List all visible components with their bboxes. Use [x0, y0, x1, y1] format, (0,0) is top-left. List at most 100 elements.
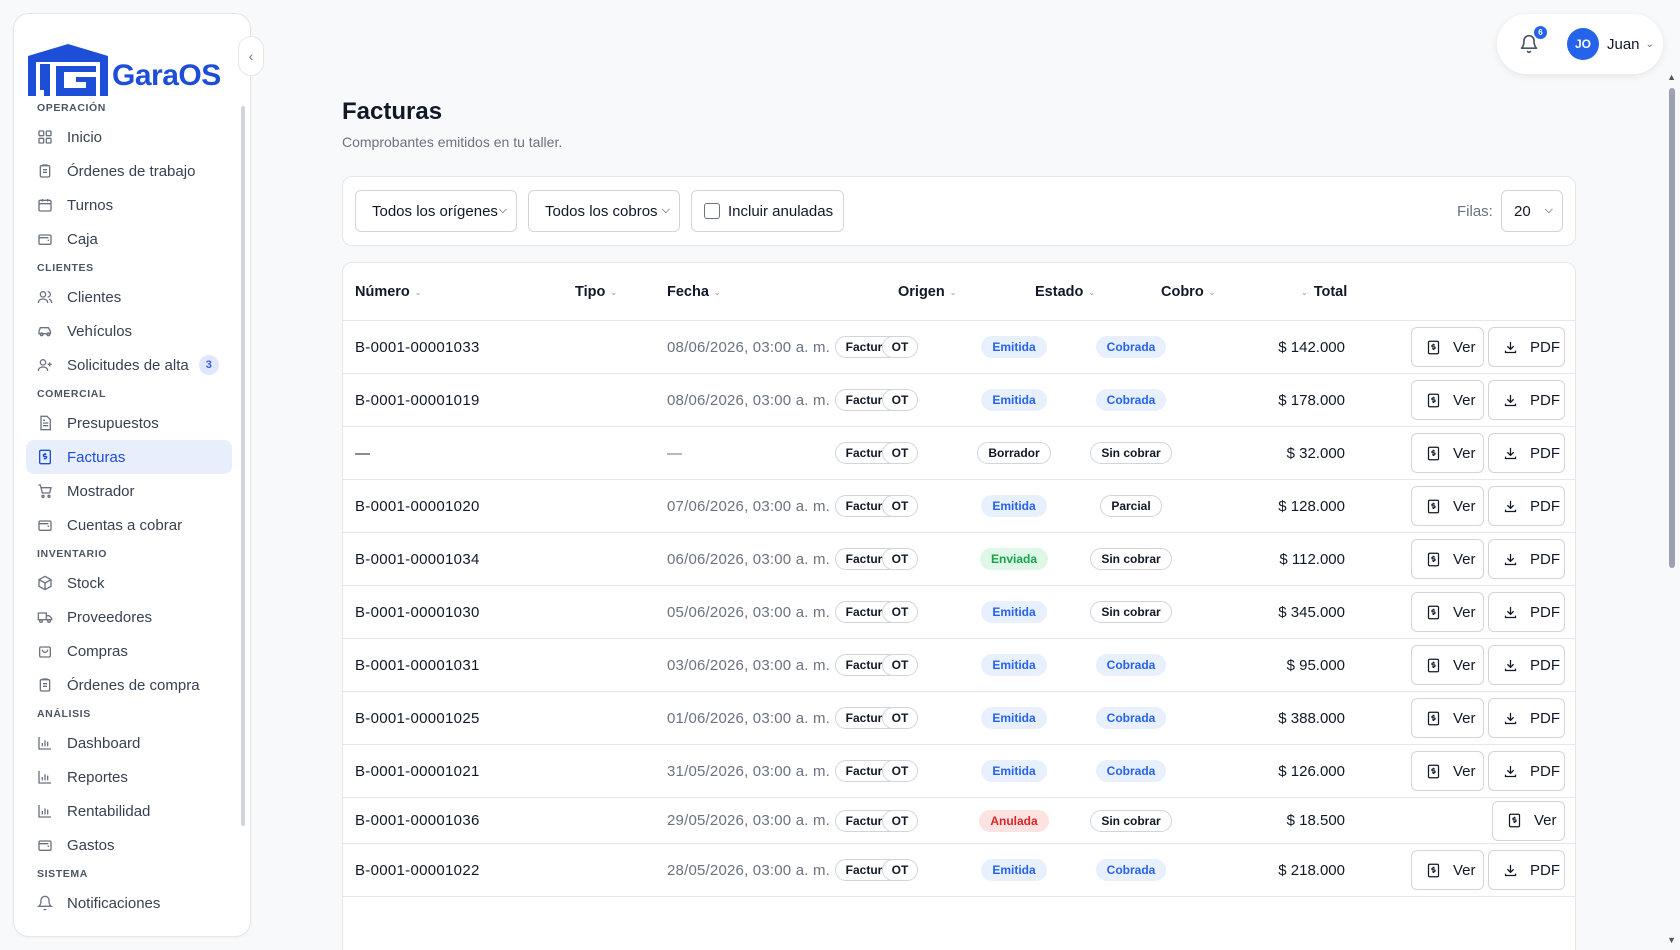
sidebar-item-solicitudes-de-alta[interactable]: Solicitudes de alta 3	[26, 348, 232, 382]
column-header-fecha[interactable]: Fecha ⌄	[667, 263, 721, 321]
column-header-numero[interactable]: Número ⌄	[355, 263, 422, 321]
table-row[interactable]: B-0001-00001031 Factura B 03/06/2026, 03…	[343, 639, 1575, 692]
view-button[interactable]: Ver	[1411, 850, 1484, 890]
sidebar-item-rentabilidad[interactable]: Rentabilidad	[26, 794, 232, 828]
payment-select[interactable]: Todos los cobros ⌵	[528, 190, 680, 232]
pdf-download-button[interactable]: PDF	[1488, 433, 1565, 473]
calendar-icon	[37, 197, 53, 213]
user-plus-icon	[37, 357, 53, 373]
column-label: Tipo	[575, 284, 606, 300]
pdf-download-button[interactable]: PDF	[1488, 380, 1565, 420]
invoice-icon	[1426, 393, 1441, 408]
view-button-label: Ver	[1453, 603, 1476, 621]
view-button[interactable]: Ver	[1411, 486, 1484, 526]
column-header-estado[interactable]: Estado ⌄	[1035, 263, 1095, 321]
column-header-tipo[interactable]: Tipo ⌄	[575, 263, 617, 321]
sidebar-item-label: Stock	[67, 574, 105, 592]
origin-select[interactable]: Todos los orígenes ⌵	[355, 190, 517, 232]
table-row[interactable]: B-0001-00001025 Factura B 01/06/2026, 03…	[343, 692, 1575, 745]
download-icon	[1503, 711, 1518, 726]
table-row[interactable]: B-0001-00001021 Factura B 31/05/2026, 03…	[343, 745, 1575, 798]
sidebar-item-label: Inicio	[67, 128, 103, 146]
pdf-download-button[interactable]: PDF	[1488, 698, 1565, 738]
view-button-label: Ver	[1453, 709, 1476, 727]
sidebar-item-ordenes-de-compra[interactable]: Órdenes de compra	[26, 668, 232, 702]
pdf-download-button[interactable]: PDF	[1488, 850, 1565, 890]
sidebar-item-presupuestos[interactable]: Presupuestos	[26, 406, 232, 440]
sidebar-item-reportes[interactable]: Reportes	[26, 760, 232, 794]
sidebar-item-compras[interactable]: Compras	[26, 634, 232, 668]
car-icon	[37, 323, 53, 339]
table-row[interactable]: B-0001-00001036 Factura B 29/05/2026, 03…	[343, 798, 1575, 844]
table-row[interactable]: B-0001-00001034 Factura B 06/06/2026, 03…	[343, 533, 1575, 586]
pdf-download-button[interactable]: PDF	[1488, 751, 1565, 791]
avatar[interactable]: JO	[1567, 28, 1599, 60]
bell-icon	[37, 895, 53, 911]
table-row[interactable]: B-0001-00001019 Factura B 08/06/2026, 03…	[343, 374, 1575, 427]
sidebar-item-label: Cuentas a cobrar	[67, 516, 183, 534]
sidebar-item-cuentas-a-cobrar[interactable]: Cuentas a cobrar	[26, 508, 232, 542]
sidebar-item-clientes[interactable]: Clientes	[26, 280, 232, 314]
table-row[interactable]: — Factura B — OT Borrador Sin cobrar $ 3…	[343, 427, 1575, 480]
pdf-button-label: PDF	[1530, 338, 1560, 356]
sidebar-scrollbar[interactable]	[241, 106, 245, 826]
view-button[interactable]: Ver	[1411, 592, 1484, 632]
table-row[interactable]: B-0001-00001022 Factura B 28/05/2026, 03…	[343, 844, 1575, 897]
sidebar-item-caja[interactable]: Caja	[26, 222, 232, 256]
sidebar-item-facturas[interactable]: Facturas	[26, 440, 232, 474]
download-icon	[1503, 499, 1518, 514]
scroll-up-arrow[interactable]: ▲	[1667, 72, 1676, 82]
sort-icon: ⌄	[610, 287, 618, 297]
sidebar-item-vehiculos[interactable]: Vehículos	[26, 314, 232, 348]
sidebar-item-ordenes-de-trabajo[interactable]: Órdenes de trabajo	[26, 154, 232, 188]
row-actions: Ver PDF	[343, 745, 1565, 797]
table-row[interactable]: B-0001-00001033 Factura B 08/06/2026, 03…	[343, 321, 1575, 374]
column-header-total[interactable]: ⌄ Total	[1301, 263, 1347, 321]
page-scrollbar[interactable]	[1669, 88, 1675, 568]
collapse-sidebar-button[interactable]: ‹	[238, 36, 264, 76]
sidebar-item-label: Turnos	[67, 196, 114, 214]
sidebar-item-mostrador[interactable]: Mostrador	[26, 474, 232, 508]
user-name[interactable]: Juan	[1607, 36, 1640, 53]
include-voided-toggle[interactable]: Incluir anuladas	[691, 190, 844, 232]
pdf-download-button[interactable]: PDF	[1488, 486, 1565, 526]
section-label-analisis: ANÁLISIS	[37, 708, 91, 720]
view-button[interactable]: Ver	[1411, 698, 1484, 738]
sidebar-item-proveedores[interactable]: Proveedores	[26, 600, 232, 634]
view-button[interactable]: Ver	[1411, 327, 1484, 367]
view-button[interactable]: Ver	[1411, 751, 1484, 791]
sidebar-item-dashboard[interactable]: Dashboard	[26, 726, 232, 760]
view-button[interactable]: Ver	[1411, 539, 1484, 579]
pdf-button-label: PDF	[1530, 391, 1560, 409]
sidebar-item-stock[interactable]: Stock	[26, 566, 232, 600]
table-row[interactable]: B-0001-00001030 Factura B 05/06/2026, 03…	[343, 586, 1575, 639]
include-voided-checkbox[interactable]	[704, 203, 720, 219]
sidebar-item-inicio[interactable]: Inicio	[26, 120, 232, 154]
logo[interactable]: GaraOS	[26, 26, 221, 96]
pdf-download-button[interactable]: PDF	[1488, 327, 1565, 367]
sidebar-item-turnos[interactable]: Turnos	[26, 188, 232, 222]
sidebar-item-gastos[interactable]: Gastos	[26, 828, 232, 862]
sidebar-item-notificaciones[interactable]: Notificaciones	[26, 886, 232, 920]
invoice-icon	[1426, 711, 1441, 726]
row-actions: Ver PDF	[343, 427, 1565, 479]
table-row[interactable]: B-0001-00001020 Factura B 07/06/2026, 03…	[343, 480, 1575, 533]
view-button[interactable]: Ver	[1411, 380, 1484, 420]
chevron-down-icon[interactable]: ⌄	[1646, 39, 1654, 50]
view-button[interactable]: Ver	[1411, 433, 1484, 473]
column-header-cobro[interactable]: Cobro ⌄	[1161, 263, 1215, 321]
scroll-down-arrow[interactable]: ▼	[1667, 935, 1676, 945]
view-button[interactable]: Ver	[1492, 800, 1565, 841]
notifications-button[interactable]: 6	[1519, 26, 1547, 54]
view-button[interactable]: Ver	[1411, 645, 1484, 685]
pdf-download-button[interactable]: PDF	[1488, 539, 1565, 579]
rows-per-page-select[interactable]: 20 ⌵	[1501, 190, 1563, 232]
invoice-icon	[1426, 605, 1441, 620]
view-button-label: Ver	[1453, 550, 1476, 568]
column-header-origen[interactable]: Origen ⌄	[898, 263, 956, 321]
pdf-button-label: PDF	[1530, 444, 1560, 462]
invoice-icon	[1426, 499, 1441, 514]
pdf-download-button[interactable]: PDF	[1488, 592, 1565, 632]
row-actions: Ver PDF	[343, 533, 1565, 585]
pdf-download-button[interactable]: PDF	[1488, 645, 1565, 685]
